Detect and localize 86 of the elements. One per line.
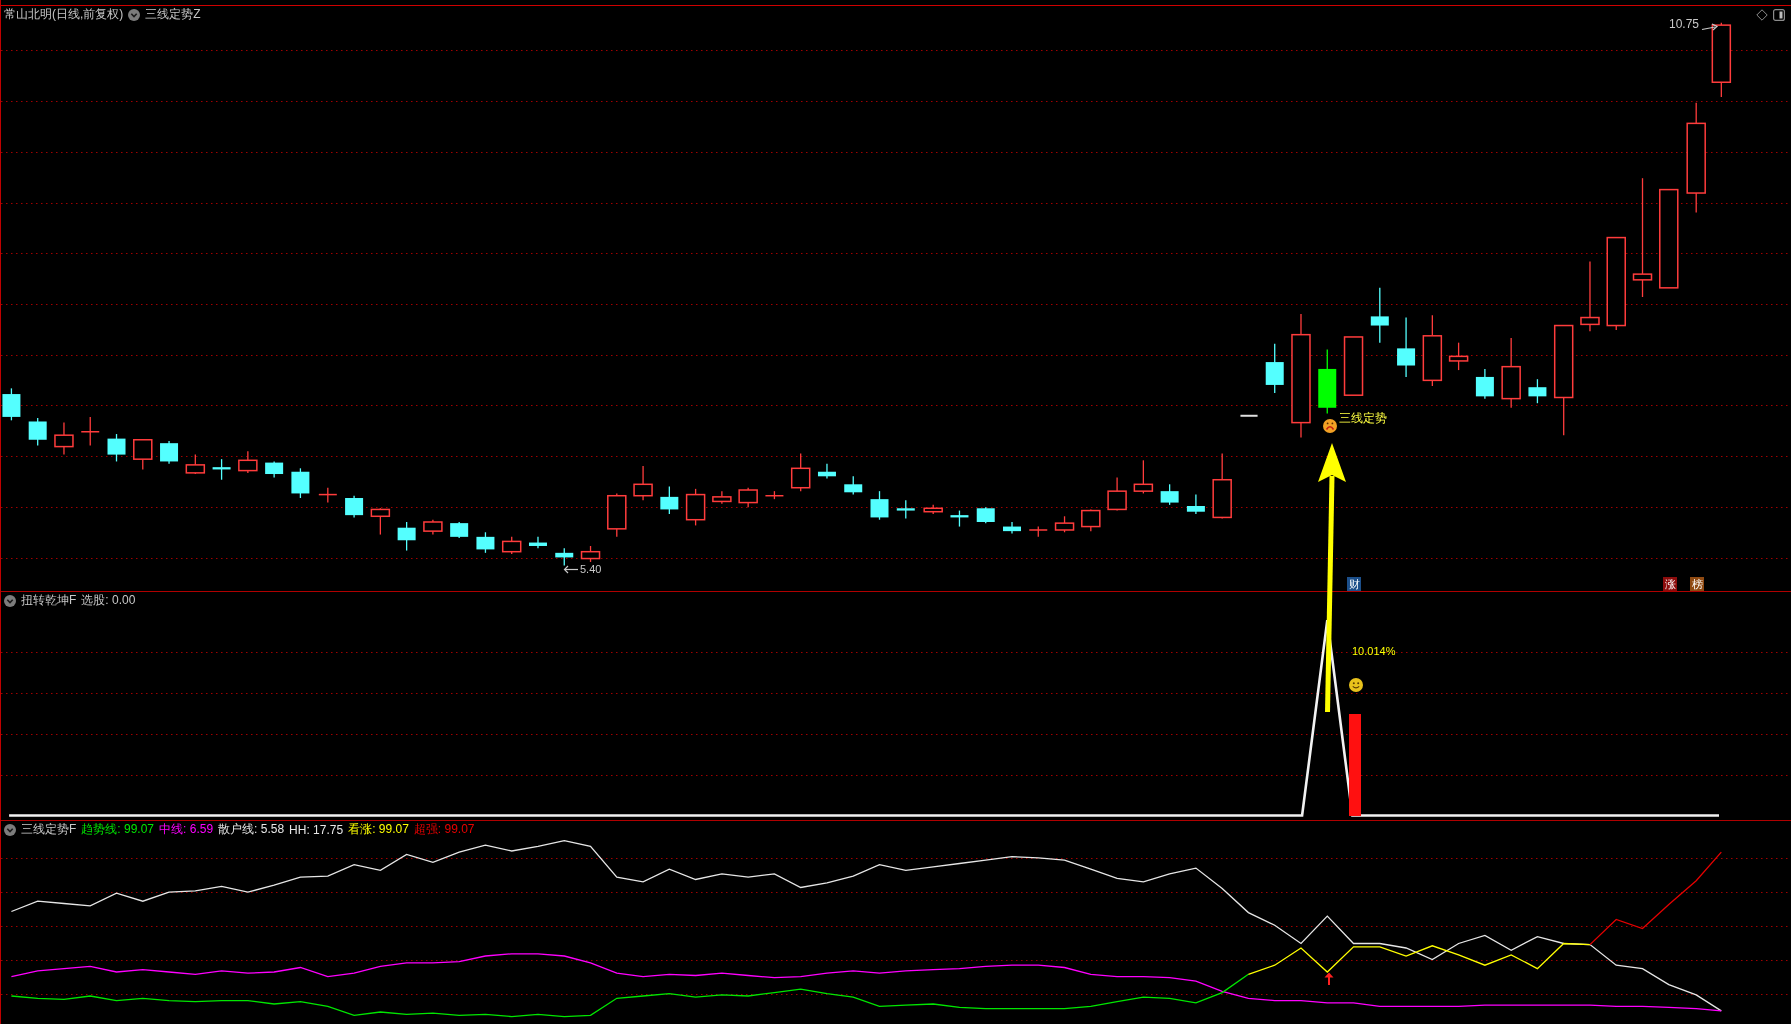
candlestick <box>1448 342 1469 371</box>
candlestick <box>397 521 416 552</box>
indicator-name: 三线定势Z <box>145 6 201 23</box>
candlestick <box>370 507 391 536</box>
candlestick <box>607 492 627 538</box>
candlestick <box>1160 483 1179 506</box>
candlestick <box>28 417 47 447</box>
candlestick <box>1003 521 1021 535</box>
candlestick <box>896 499 915 520</box>
candlestick <box>529 536 547 549</box>
candlestick <box>1475 368 1494 400</box>
candlestick <box>476 531 495 554</box>
candlestick <box>1501 337 1521 409</box>
candlestick <box>580 545 601 563</box>
candlestick <box>1028 525 1049 538</box>
chevron-down-icon[interactable] <box>128 8 141 21</box>
candlestick <box>738 487 758 508</box>
candlestick <box>185 453 206 475</box>
candlestick <box>80 416 100 447</box>
percent-label: 10.014% <box>1352 644 1396 658</box>
info-tag[interactable]: 财 <box>1347 577 1361 591</box>
candlestick <box>790 452 811 492</box>
smiley-face-icon <box>1349 678 1363 692</box>
indicator-name: 三线定势F <box>21 821 77 838</box>
candlestick <box>1528 378 1547 404</box>
candlestick <box>1370 287 1389 344</box>
candlestick <box>345 495 364 519</box>
info-tag[interactable]: 榜 <box>1690 577 1704 591</box>
candlestick <box>764 490 785 500</box>
leader-line <box>563 565 579 574</box>
candlestick <box>1054 515 1075 533</box>
candlestick <box>501 536 522 555</box>
candlestick <box>291 467 310 499</box>
panel-toggle-icon[interactable] <box>1773 8 1785 21</box>
candlestick <box>1343 336 1364 396</box>
candlestick <box>1580 260 1600 332</box>
candlestick <box>660 485 679 515</box>
candlestick <box>107 433 126 463</box>
candlestick <box>844 475 863 496</box>
candlestick <box>870 490 889 521</box>
info-tag[interactable]: 涨 <box>1663 577 1677 591</box>
signal-label: 三线定势 <box>1339 411 1387 425</box>
chevron-down-icon[interactable] <box>4 823 16 836</box>
candlestick <box>318 487 338 504</box>
candlestick <box>685 488 706 527</box>
candlestick <box>133 439 153 471</box>
candlestick <box>923 504 943 515</box>
candlestick <box>160 440 179 465</box>
candlestick <box>1107 476 1127 512</box>
candlestick <box>1265 343 1284 394</box>
legend-value: 超强: 99.07 <box>413 821 475 838</box>
leader-line <box>1701 23 1719 31</box>
candlestick <box>423 519 443 536</box>
low-price-label: 5.40 <box>580 562 602 576</box>
legend-value: 散户线: 5.58 <box>218 821 285 838</box>
highlighted-candlestick <box>1318 348 1337 415</box>
legend-value: 趋势线: 99.07 <box>81 821 155 838</box>
candlestick <box>1397 316 1416 378</box>
high-price-label: 10.75 <box>1669 17 1700 31</box>
flat-price-mark <box>1239 414 1259 417</box>
candlestick <box>2 387 21 421</box>
candlestick <box>555 547 574 567</box>
up-arrow-icon <box>1324 972 1334 985</box>
diamond-icon[interactable] <box>1756 8 1768 21</box>
candlestick <box>712 490 732 505</box>
candlestick <box>265 460 284 479</box>
legend-value: HH: 17.75 <box>289 822 344 837</box>
candlestick <box>238 450 258 474</box>
candlestick <box>450 521 469 539</box>
legend-value: 中线: 6.59 <box>159 821 214 838</box>
candlestick <box>54 421 74 456</box>
candlestick <box>1133 459 1154 495</box>
candlestick <box>817 463 836 480</box>
candlestick <box>1081 508 1101 532</box>
candlestick <box>633 465 653 501</box>
chart-title: 常山北明(日线,前复权) <box>4 6 124 23</box>
indicator-name: 扭转乾坤F <box>21 592 77 609</box>
candlestick <box>212 458 231 481</box>
chevron-down-icon[interactable] <box>4 594 16 607</box>
sad-face-icon <box>1323 419 1337 433</box>
indicator-reading: 选股: 0.00 <box>81 592 136 609</box>
candlestick <box>950 509 969 528</box>
candlestick <box>976 506 995 524</box>
candlestick <box>1186 493 1205 515</box>
legend-value: 看涨: 99.07 <box>348 821 409 838</box>
candlestick <box>1212 452 1232 520</box>
